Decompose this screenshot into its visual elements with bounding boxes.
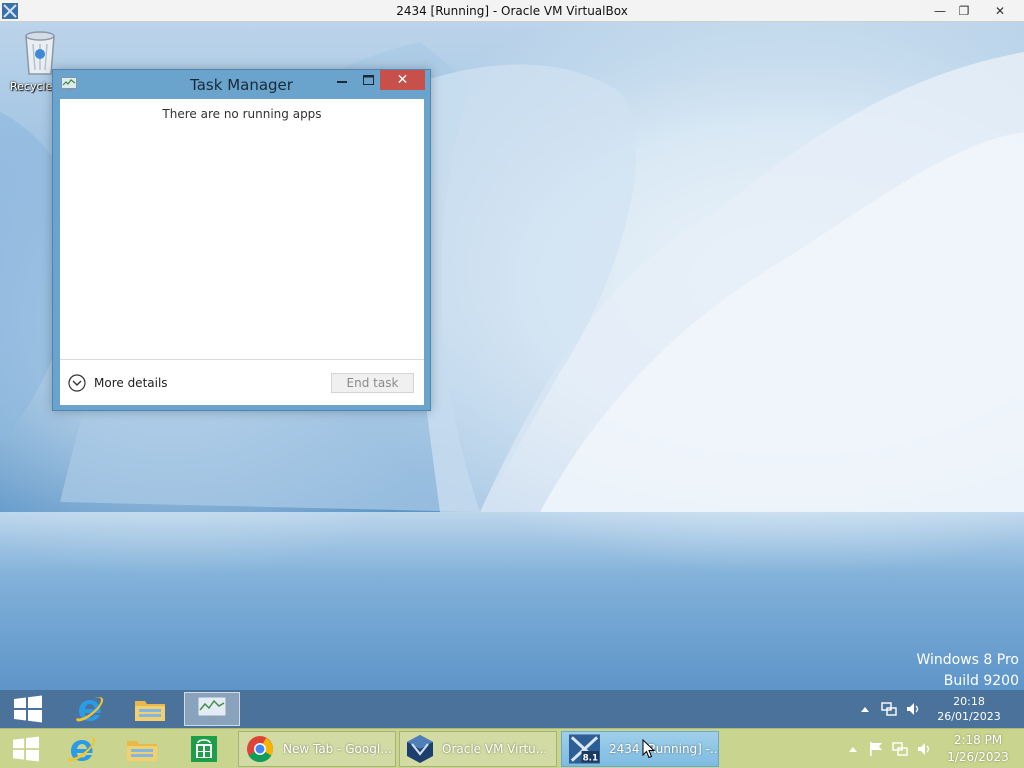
task-manager-content: There are no running apps More details E…: [60, 99, 424, 405]
windows-edition-watermark: Windows 8 Pro Build 9200: [916, 650, 1019, 690]
folder-icon: [135, 701, 165, 721]
wallpaper-water-reflection: [0, 512, 1024, 690]
host-taskbar-internet-explorer[interactable]: [56, 731, 108, 767]
guest-clock-date: 26/01/2023: [937, 710, 1001, 723]
host-clock[interactable]: 2:18 PM 1/26/2023: [940, 732, 1016, 766]
task-manager-title-bar[interactable]: Task Manager ✕: [53, 70, 430, 99]
host-title-bar[interactable]: 2434 [Running] - Oracle VM VirtualBox — …: [0, 0, 1024, 22]
host-restore-button[interactable]: ❐: [951, 0, 977, 22]
end-task-button[interactable]: End task: [331, 373, 414, 393]
host-taskbar-chrome[interactable]: New Tab - Googl...: [238, 731, 396, 767]
chrome-button-label: New Tab - Googl...: [283, 742, 392, 756]
host-taskbar-file-explorer[interactable]: [116, 731, 168, 767]
virtualbox-manager-button-label: Oracle VM Virtu...: [442, 742, 548, 756]
task-manager-minimize-button[interactable]: [329, 70, 355, 90]
guest-volume-icon[interactable]: [905, 701, 921, 717]
mouse-cursor-icon: [642, 739, 656, 759]
host-taskbar-virtualbox-manager[interactable]: Oracle VM Virtu...: [399, 731, 557, 767]
host-start-button[interactable]: [0, 731, 52, 767]
virtualbox-icon: [407, 735, 433, 763]
host-tray-overflow-icon[interactable]: [848, 745, 858, 753]
recycle-bin-label: Recycle: [10, 80, 53, 93]
minimize-icon: [337, 81, 347, 83]
host-minimize-button[interactable]: —: [927, 0, 953, 22]
watermark-build: Build 9200: [943, 673, 1019, 689]
chevron-down-circle-icon[interactable]: [68, 374, 86, 392]
guest-taskbar: 20:18 26/01/2023: [0, 690, 1024, 728]
vm-os-badge: 8.1: [583, 754, 598, 764]
host-volume-icon[interactable]: [916, 741, 932, 757]
host-clock-time: 2:18 PM: [953, 733, 1003, 747]
watermark-edition: Windows 8 Pro: [916, 652, 1019, 668]
store-icon: [191, 736, 217, 762]
guest-network-icon[interactable]: [881, 701, 897, 717]
host-taskbar-store[interactable]: [178, 731, 230, 767]
vm-window-button-label: 2434 [Running] -...: [608, 742, 718, 756]
host-taskbar-vm-window[interactable]: 8.1 2434 [Running] -...: [561, 731, 719, 767]
no-running-apps-message: There are no running apps: [162, 107, 322, 121]
guest-taskbar-task-manager[interactable]: [184, 692, 240, 726]
internet-explorer-icon: [68, 737, 96, 762]
guest-taskbar-internet-explorer[interactable]: [62, 692, 118, 726]
guest-tray-overflow-icon[interactable]: [860, 705, 870, 713]
guest-clock[interactable]: 20:18 26/01/2023: [933, 694, 1005, 724]
host-close-button[interactable]: ✕: [980, 0, 1020, 22]
task-manager-window[interactable]: Task Manager ✕ There are no running apps…: [52, 69, 431, 411]
guest-taskbar-file-explorer[interactable]: [122, 692, 178, 726]
task-manager-close-button[interactable]: ✕: [380, 70, 425, 90]
folder-icon: [127, 741, 157, 761]
windows-logo-icon: [13, 736, 39, 762]
maximize-icon: [362, 75, 374, 85]
guest-clock-time: 20:18: [953, 695, 985, 708]
task-manager-maximize-button[interactable]: [355, 70, 381, 90]
guest-start-button[interactable]: [0, 692, 56, 726]
internet-explorer-icon: [76, 697, 104, 722]
windows-logo-icon: [14, 695, 42, 723]
host-clock-date: 1/26/2023: [947, 750, 1009, 764]
chrome-icon: [247, 736, 274, 763]
virtualbox-vm-icon: 8.1: [568, 734, 600, 764]
more-details-link[interactable]: More details: [94, 376, 168, 390]
host-window-title: 2434 [Running] - Oracle VM VirtualBox: [396, 4, 628, 18]
host-taskbar: New Tab - Googl... Oracle VM Virtu... 8.…: [0, 728, 1024, 768]
host-action-center-flag-icon[interactable]: [868, 741, 884, 757]
task-manager-footer: More details End task: [60, 359, 424, 405]
task-manager-icon: [197, 696, 227, 721]
host-network-icon[interactable]: [892, 741, 908, 757]
